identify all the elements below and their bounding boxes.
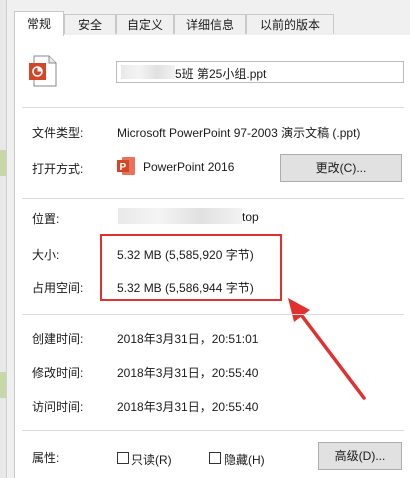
tab-security[interactable]: 安全	[64, 14, 116, 34]
hidden-label[interactable]: 隐藏(H)	[224, 451, 265, 468]
powerpoint-icon: P	[116, 155, 136, 177]
divider	[22, 107, 404, 108]
location-label: 位置:	[32, 212, 60, 226]
svg-text:P: P	[120, 162, 127, 173]
accessed-value: 2018年3月31日，20:55:40	[117, 400, 259, 414]
readonly-checkbox[interactable]	[117, 452, 129, 464]
readonly-label[interactable]: 只读(R)	[131, 451, 172, 468]
highlight-box	[100, 234, 282, 301]
redacted-region	[121, 65, 175, 79]
disk-size-label: 占用空间:	[32, 281, 84, 295]
redacted-region	[118, 208, 242, 224]
advanced-button[interactable]: 高级(D)...	[318, 442, 402, 470]
background-window-mark	[0, 150, 6, 176]
accessed-label: 访问时间:	[32, 400, 84, 414]
size-label: 大小:	[32, 248, 60, 262]
tab-custom[interactable]: 自定义	[116, 14, 174, 34]
background-window-edge	[0, 0, 7, 478]
attributes-label: 属性:	[32, 451, 60, 465]
annotation-arrow	[280, 296, 372, 404]
hidden-checkbox[interactable]	[209, 452, 221, 464]
open-with-label: 打开方式:	[32, 162, 84, 176]
modified-value: 2018年3月31日，20:55:40	[117, 366, 259, 380]
tab-general[interactable]: 常规	[14, 11, 64, 36]
background-window-mark	[0, 372, 6, 398]
filename-input[interactable]: 5班 第25小组.ppt	[116, 61, 404, 83]
divider	[22, 198, 404, 199]
filename-text: 5班 第25小组.ppt	[175, 67, 267, 81]
location-value: top	[242, 210, 259, 224]
created-label: 创建时间:	[32, 332, 84, 346]
divider	[22, 314, 404, 315]
modified-label: 修改时间:	[32, 366, 84, 380]
tab-details[interactable]: 详细信息	[174, 14, 246, 34]
type-value: Microsoft PowerPoint 97-2003 演示文稿 (.ppt)	[117, 126, 361, 140]
open-with-value: PowerPoint 2016	[143, 160, 235, 174]
ppt-file-icon	[28, 55, 58, 87]
type-label: 文件类型:	[32, 126, 84, 140]
change-button[interactable]: 更改(C)...	[280, 154, 402, 182]
divider	[22, 430, 404, 431]
created-value: 2018年3月31日，20:51:01	[117, 332, 259, 346]
tab-previous-versions[interactable]: 以前的版本	[246, 14, 334, 34]
tab-bar: 常规 安全 自定义 详细信息 以前的版本	[14, 11, 410, 36]
